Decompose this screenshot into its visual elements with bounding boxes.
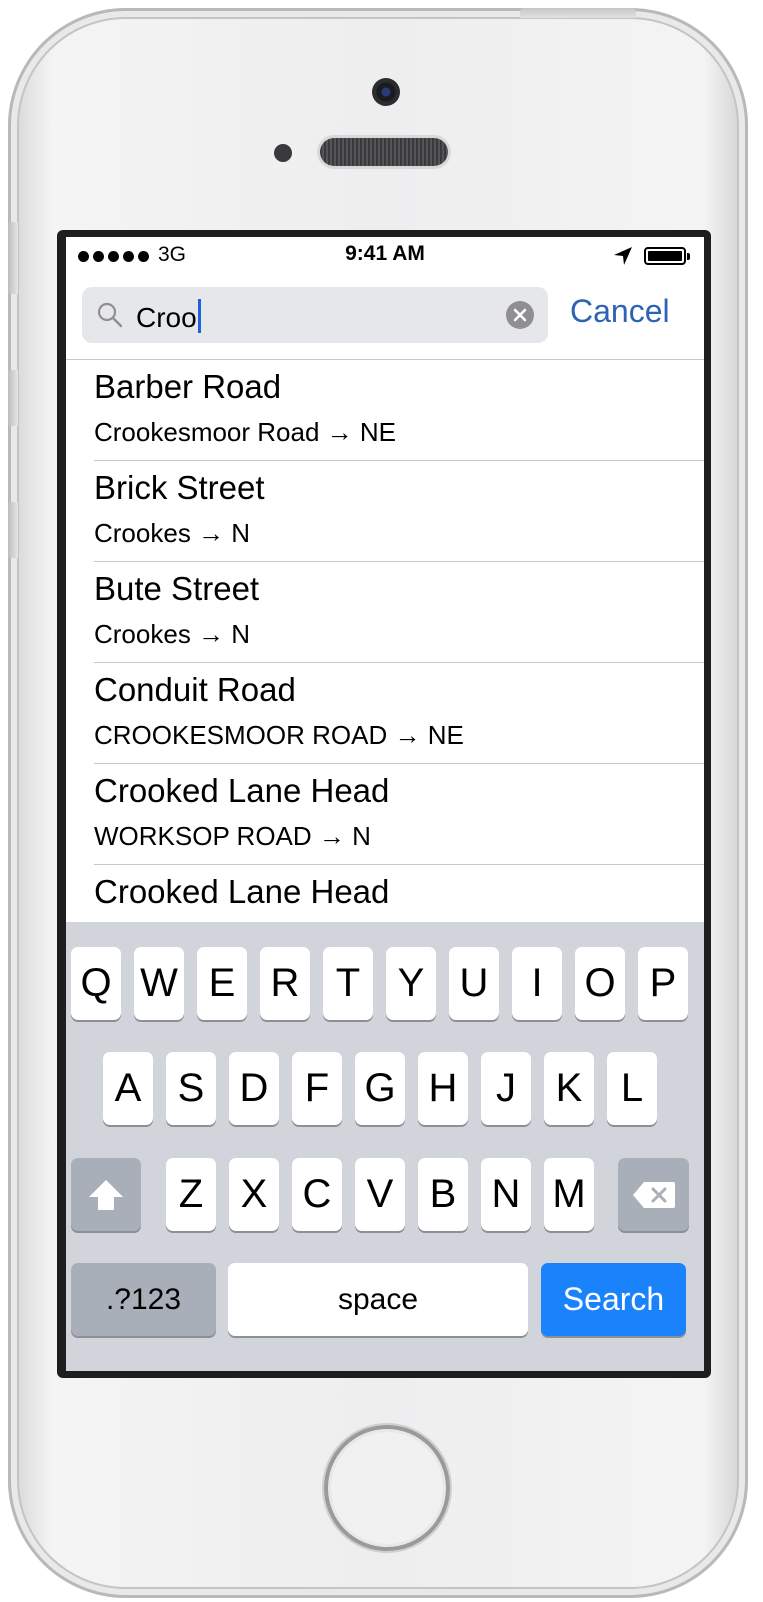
key-r[interactable]: R bbox=[260, 947, 310, 1020]
key-t[interactable]: T bbox=[323, 947, 373, 1020]
key-w[interactable]: W bbox=[134, 947, 184, 1020]
key-a[interactable]: A bbox=[103, 1052, 153, 1125]
text-cursor bbox=[197, 299, 201, 333]
delete-key[interactable] bbox=[618, 1158, 689, 1231]
key-d[interactable]: D bbox=[229, 1052, 279, 1125]
shift-arrow-icon bbox=[89, 1179, 123, 1210]
cancel-button[interactable]: Cancel bbox=[570, 293, 670, 330]
key-u[interactable]: U bbox=[449, 947, 499, 1020]
front-camera bbox=[372, 78, 400, 106]
search-bar: Croo Cancel bbox=[66, 267, 704, 360]
key-o[interactable]: O bbox=[575, 947, 625, 1020]
result-title: Barber Road bbox=[94, 368, 282, 405]
result-subtitle: Crookesmoor Road → NE bbox=[94, 417, 396, 447]
search-query-text: Croo bbox=[136, 299, 201, 334]
location-arrow-icon bbox=[614, 247, 632, 265]
key-q[interactable]: Q bbox=[71, 947, 121, 1020]
battery-icon bbox=[644, 247, 686, 265]
battery-tip bbox=[687, 253, 690, 260]
clear-x-icon bbox=[513, 308, 527, 322]
list-item[interactable]: Crooked Lane Head WORKSOP ROAD → N bbox=[94, 764, 704, 865]
key-h[interactable]: H bbox=[418, 1052, 468, 1125]
app-screen: 3G 9:41 AM Croo Cancel Barber Road Crook… bbox=[66, 237, 704, 1371]
key-k[interactable]: K bbox=[544, 1052, 594, 1125]
earpiece-speaker bbox=[320, 138, 448, 166]
result-title: Bute Street bbox=[94, 570, 260, 607]
key-c[interactable]: C bbox=[292, 1158, 342, 1231]
key-l[interactable]: L bbox=[607, 1052, 657, 1125]
key-j[interactable]: J bbox=[481, 1052, 531, 1125]
result-title: Conduit Road bbox=[94, 671, 296, 708]
search-icon bbox=[97, 302, 123, 328]
result-subtitle: Crookes → N bbox=[94, 619, 251, 649]
numbers-key[interactable]: .?123 bbox=[71, 1263, 216, 1336]
mute-switch bbox=[8, 222, 18, 294]
onscreen-keyboard: Q W E R T Y U I O P A S D F G H J K L Z … bbox=[66, 922, 704, 1371]
key-s[interactable]: S bbox=[166, 1052, 216, 1125]
key-m[interactable]: M bbox=[544, 1158, 594, 1231]
key-e[interactable]: E bbox=[197, 947, 247, 1020]
list-item[interactable]: Conduit Road CROOKESMOOR ROAD → NE bbox=[94, 663, 704, 764]
result-title: Crooked Lane Head bbox=[94, 873, 390, 910]
list-item[interactable]: Brick Street Crookes → N bbox=[94, 461, 704, 562]
result-subtitle: WORKSOP ROAD → N bbox=[94, 821, 371, 851]
result-subtitle: Crookes → N bbox=[94, 518, 251, 548]
power-button bbox=[520, 8, 636, 18]
space-key[interactable]: space bbox=[228, 1263, 528, 1336]
home-button[interactable] bbox=[324, 1425, 450, 1551]
key-z[interactable]: Z bbox=[166, 1158, 216, 1231]
shift-key[interactable] bbox=[71, 1158, 141, 1231]
status-time: 9:41 AM bbox=[345, 242, 425, 265]
list-item[interactable]: Bute Street Crookes → N bbox=[94, 562, 704, 663]
result-subtitle: CROOKESMOOR ROAD → NE bbox=[94, 720, 464, 750]
search-key[interactable]: Search bbox=[541, 1263, 686, 1336]
volume-up-button bbox=[8, 370, 18, 426]
search-input[interactable]: Croo bbox=[82, 287, 548, 343]
search-results-list: Barber Road Crookesmoor Road → NE Brick … bbox=[66, 360, 704, 966]
key-p[interactable]: P bbox=[638, 947, 688, 1020]
backspace-icon bbox=[632, 1181, 675, 1208]
status-bar: 3G 9:41 AM bbox=[66, 237, 704, 267]
proximity-sensor bbox=[274, 144, 292, 162]
list-item[interactable]: Barber Road Crookesmoor Road → NE bbox=[94, 360, 704, 461]
key-f[interactable]: F bbox=[292, 1052, 342, 1125]
key-g[interactable]: G bbox=[355, 1052, 405, 1125]
key-y[interactable]: Y bbox=[386, 947, 436, 1020]
key-b[interactable]: B bbox=[418, 1158, 468, 1231]
volume-down-button bbox=[8, 502, 18, 558]
key-i[interactable]: I bbox=[512, 947, 562, 1020]
result-title: Brick Street bbox=[94, 469, 265, 506]
key-v[interactable]: V bbox=[355, 1158, 405, 1231]
key-n[interactable]: N bbox=[481, 1158, 531, 1231]
key-x[interactable]: X bbox=[229, 1158, 279, 1231]
clear-search-button[interactable] bbox=[506, 301, 534, 329]
result-title: Crooked Lane Head bbox=[94, 772, 390, 809]
